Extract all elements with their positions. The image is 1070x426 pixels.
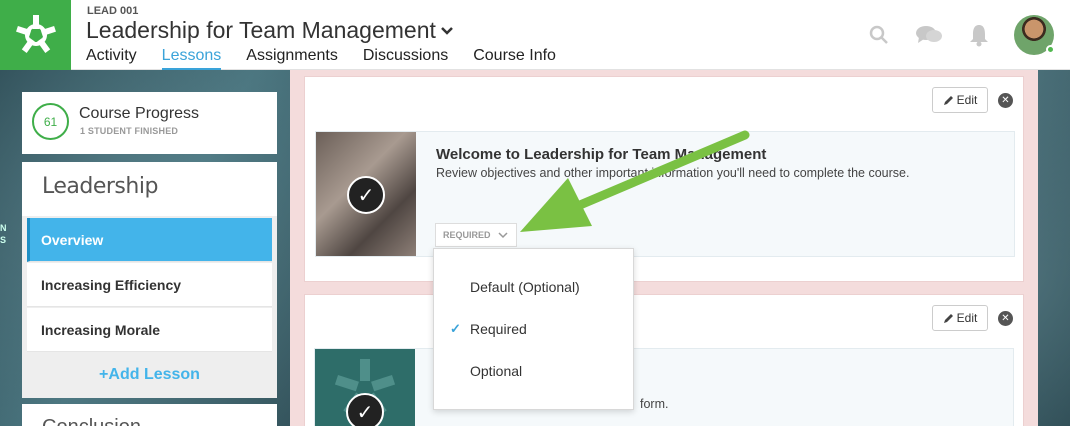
option-default-optional[interactable]: Default (Optional) xyxy=(434,279,635,309)
close-icon[interactable]: ✕ xyxy=(998,311,1013,326)
module-title: Conclusion xyxy=(42,416,141,426)
tab-course-info[interactable]: Course Info xyxy=(473,47,556,70)
tab-discussions[interactable]: Discussions xyxy=(363,47,448,70)
edge-letter: N xyxy=(0,223,7,233)
search-icon[interactable] xyxy=(864,20,894,50)
course-title-dropdown[interactable]: Leadership for Team Management xyxy=(86,17,454,44)
option-label: Required xyxy=(470,321,527,337)
sidebar-lesson-increasing-efficiency[interactable]: Increasing Efficiency xyxy=(27,263,272,307)
avatar[interactable] xyxy=(1014,15,1055,55)
lesson-thumbnail: ✓ xyxy=(315,349,415,426)
module-title[interactable]: Leadership xyxy=(22,162,277,216)
annotation-arrow-icon xyxy=(520,130,750,232)
star-logo-icon xyxy=(15,15,56,53)
tab-lessons[interactable]: Lessons xyxy=(161,47,222,70)
tab-assignments[interactable]: Assignments xyxy=(246,47,338,70)
course-progress-card[interactable]: 61 Course Progress 1 STUDENT FINISHED xyxy=(22,92,277,154)
option-label: Optional xyxy=(470,363,523,379)
chat-icon[interactable] xyxy=(914,20,944,50)
top-header: LEAD 001 Leadership for Team Management … xyxy=(0,0,1070,70)
check-icon: ✓ xyxy=(346,393,384,426)
edit-label: Edit xyxy=(956,93,978,107)
module-card: Leadership Overview Increasing Efficienc… xyxy=(22,162,277,398)
progress-title: Course Progress xyxy=(79,105,200,122)
requirement-value: REQUIRED xyxy=(443,230,491,240)
pencil-icon xyxy=(943,95,953,105)
progress-subtitle: 1 STUDENT FINISHED xyxy=(80,126,179,136)
option-label: Default (Optional) xyxy=(470,279,580,295)
checkmark-icon: ✓ xyxy=(450,321,461,336)
header-actions xyxy=(864,15,1055,55)
lesson-description: form. xyxy=(640,397,669,411)
edge-letter: S xyxy=(0,235,7,245)
sidebar-lesson-increasing-morale[interactable]: Increasing Morale xyxy=(27,308,272,352)
tab-activity[interactable]: Activity xyxy=(86,47,137,70)
sidebar-lesson-overview[interactable]: Overview xyxy=(27,218,272,262)
option-optional[interactable]: Optional xyxy=(434,363,635,393)
lesson-card[interactable]: ✓ xyxy=(314,348,1014,426)
course-code: LEAD 001 xyxy=(87,5,139,17)
bell-icon[interactable] xyxy=(964,20,994,50)
logo[interactable] xyxy=(0,0,71,70)
option-required[interactable]: ✓ Required xyxy=(434,321,635,351)
conclusion-module-card[interactable]: Conclusion xyxy=(22,404,277,426)
edit-label: Edit xyxy=(956,311,978,325)
add-lesson-button[interactable]: +Add Lesson xyxy=(22,358,277,394)
chevron-down-icon xyxy=(441,26,453,35)
requirement-dropdown-menu: Default (Optional) ✓ Required Optional xyxy=(433,248,634,410)
lesson-thumbnail: ✓ xyxy=(316,132,416,256)
course-title: Leadership for Team Management xyxy=(86,17,436,43)
course-tabs: Activity Lessons Assignments Discussions… xyxy=(86,47,556,70)
progress-ring: 61 xyxy=(32,103,69,140)
close-icon[interactable]: ✕ xyxy=(998,93,1013,108)
pencil-icon xyxy=(943,313,953,323)
online-status-dot xyxy=(1046,45,1055,54)
edge-labels: N S xyxy=(0,222,12,246)
check-icon: ✓ xyxy=(347,176,385,214)
edit-button[interactable]: Edit xyxy=(932,305,988,331)
edit-button[interactable]: Edit xyxy=(932,87,988,113)
